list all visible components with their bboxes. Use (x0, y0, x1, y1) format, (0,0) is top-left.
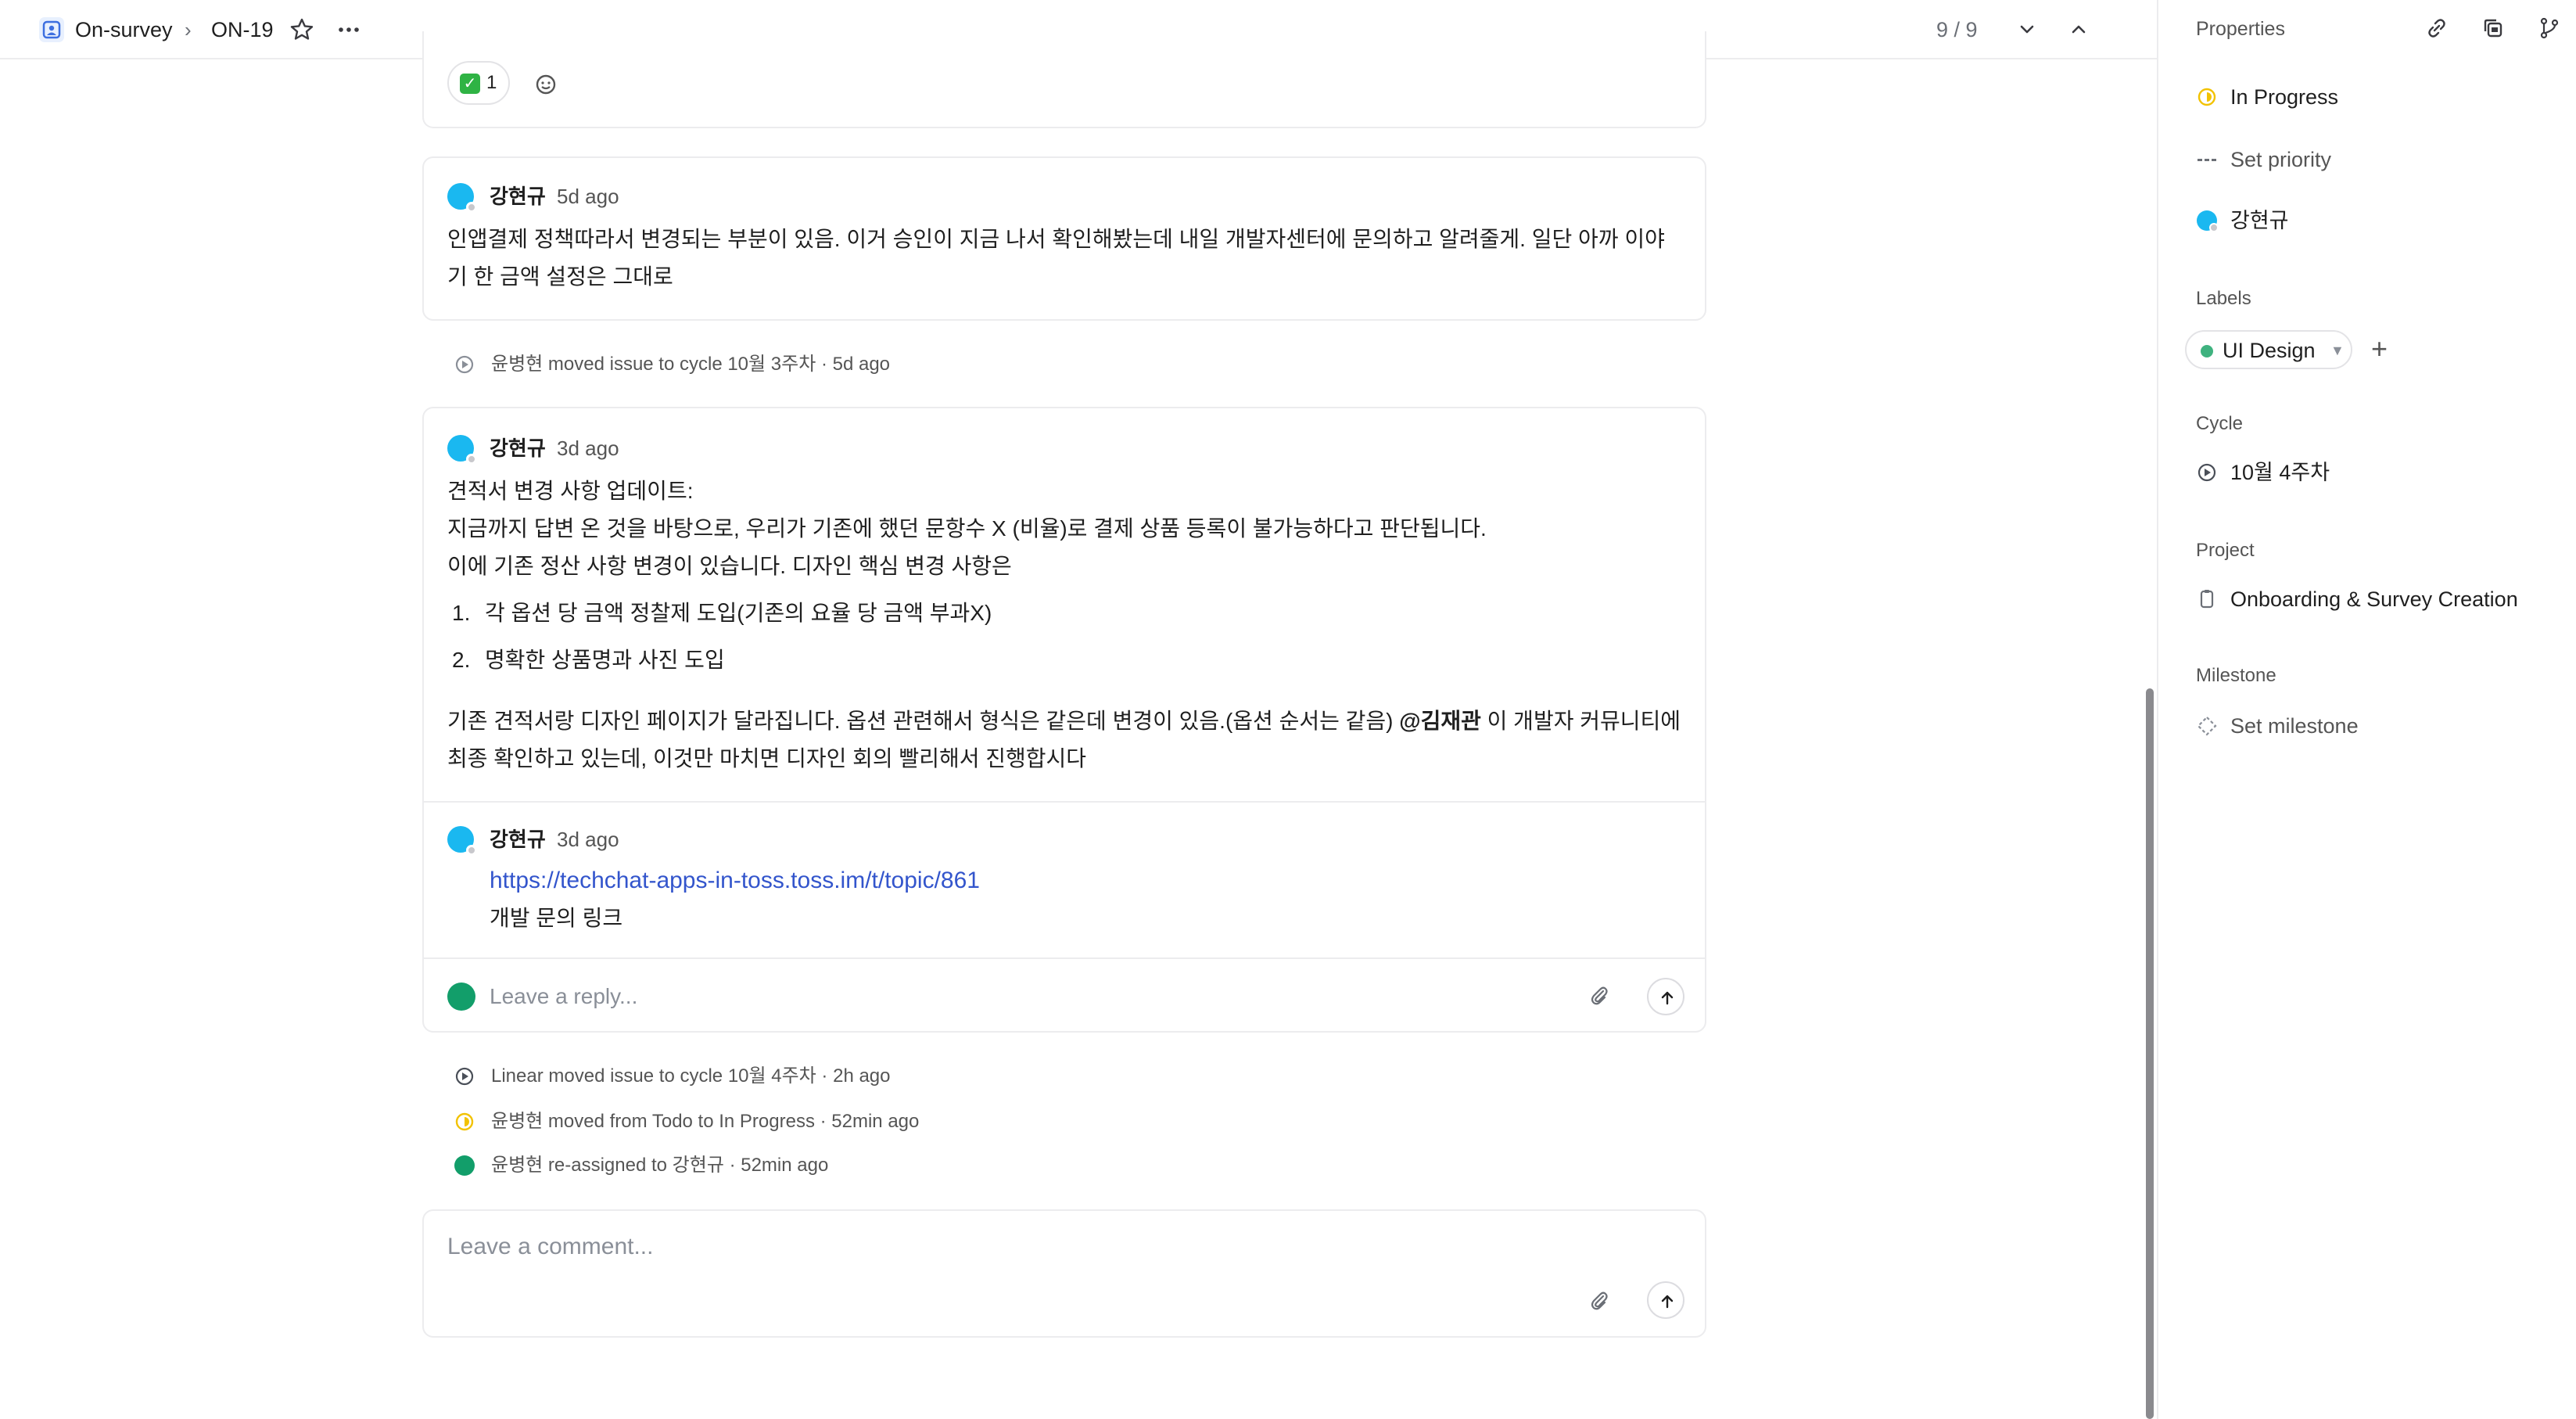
comment-author[interactable]: 강현규 (490, 435, 546, 462)
star-icon[interactable] (288, 16, 316, 48)
caret-down-icon: ▼ (2330, 343, 2345, 358)
attach-icon[interactable] (1588, 1289, 1611, 1317)
comment-card: 강현규 3d ago 견적서 변경 사항 업데이트: 지금까지 답변 온 것을 … (422, 407, 1706, 1033)
comment-input[interactable]: Leave a comment... (447, 1231, 653, 1263)
breadcrumb-team[interactable]: On-survey (75, 16, 173, 44)
scrollbar-thumb[interactable] (2146, 688, 2154, 1419)
labels-heading: Labels (2196, 288, 2251, 309)
status-in-progress-icon (454, 1111, 475, 1133)
priority-value: Set priority (2230, 148, 2332, 171)
team-icon[interactable] (39, 17, 64, 42)
cycle-icon (454, 354, 475, 375)
cycle-icon (454, 1065, 475, 1087)
thread-divider (424, 801, 1705, 803)
comment-body: 인앱결제 정책따라서 변경되는 부분이 있음. 이거 승인이 지금 나서 확인해… (447, 227, 1665, 289)
list-item: 2. 명확한 상품명과 사진 도입 (447, 637, 1667, 684)
check-emoji: ✓ (460, 73, 480, 94)
send-comment-button[interactable] (1647, 1281, 1684, 1319)
app-root: On-survey › ON-19 9 / 9 ✓ 1 강현규 5d ago 인… (0, 0, 2576, 1419)
cycle-heading: Cycle (2196, 413, 2244, 434)
project-heading: Project (2196, 540, 2255, 561)
project-icon (2196, 588, 2218, 610)
chevron-down-icon[interactable] (2013, 16, 2041, 48)
comment-paragraph: 기존 견적서랑 디자인 페이지가 달라집니다. 옵션 관련해서 형식은 같은데 … (447, 702, 1683, 778)
priority-icon (2196, 149, 2218, 171)
status-value: In Progress (2230, 85, 2339, 109)
reply-input[interactable]: Leave a reply... (490, 981, 637, 1012)
change-list: 1. 각 옵션 당 금액 정찰제 도입(기존의 요율 당 금액 부과X) 2. 명확… (447, 590, 1667, 684)
reply-time: 3d ago (557, 828, 619, 851)
breadcrumb-issue[interactable]: ON-19 (211, 16, 274, 44)
copy-icon[interactable] (2479, 14, 2507, 46)
comment-box[interactable]: Leave a comment... (422, 1209, 1706, 1338)
avatar[interactable] (447, 183, 477, 213)
reaction-chip[interactable]: ✓ 1 (447, 61, 510, 105)
avatar[interactable] (447, 435, 477, 465)
cycle-icon (2196, 462, 2218, 483)
chevron-up-icon[interactable] (2065, 16, 2093, 48)
reply-divider (424, 957, 1705, 959)
attach-icon[interactable] (1588, 984, 1611, 1011)
list-text: 명확한 상품명과 사진 도입 (485, 648, 725, 672)
send-reply-button[interactable] (1647, 978, 1684, 1015)
link-icon[interactable] (2423, 14, 2451, 46)
avatar[interactable] (447, 826, 477, 856)
more-icon[interactable] (335, 16, 363, 48)
assignee-avatar (2196, 210, 2219, 232)
assignee-avatar-icon (454, 1155, 475, 1177)
project-value: Onboarding & Survey Creation (2230, 587, 2518, 611)
milestone-heading: Milestone (2196, 665, 2276, 686)
presence-dot (466, 202, 477, 213)
reaction-count: 1 (486, 72, 497, 93)
activity-text: 윤병현 moved issue to cycle 10월 3주차 · 5d ag… (491, 354, 891, 375)
current-user-avatar (447, 983, 475, 1011)
list-number: 1. (452, 601, 471, 625)
comment-time: 5d ago (557, 185, 619, 208)
cycle-value: 10월 4주차 (2230, 461, 2330, 484)
emoji-add-icon[interactable] (533, 72, 558, 101)
presence-dot (466, 845, 477, 856)
comment-author[interactable]: 강현규 (490, 183, 546, 210)
label-color-dot (2201, 345, 2213, 357)
comment-line: 견적서 변경 사항 업데이트: (447, 479, 694, 503)
add-label-icon[interactable]: + (2371, 333, 2388, 365)
sidebar-title: Properties (2196, 18, 2285, 40)
comment-line: 이에 기존 정산 사항 변경이 있습니다. 디자인 핵심 변경 사항은 (447, 554, 1012, 578)
comment-line: 지금까지 답변 온 것을 바탕으로, 우리가 기존에 했던 문항수 X (비율)… (447, 516, 1487, 541)
activity-text: 윤병현 moved from Todo to In Progress · 52m… (491, 1111, 920, 1132)
breadcrumb-separator: › (185, 18, 192, 41)
user-mention[interactable]: @김재관 (1399, 709, 1481, 733)
reply-text: 개발 문의 링크 (490, 906, 623, 930)
list-item: 1. 각 옵션 당 금액 정찰제 도입(기존의 요율 당 금액 부과X) (447, 590, 1667, 637)
milestone-icon (2196, 715, 2218, 737)
list-number: 2. (452, 648, 471, 672)
milestone-value: Set milestone (2230, 714, 2359, 738)
activity-text: Linear moved issue to cycle 10월 4주차 · 2h… (491, 1065, 891, 1087)
activity-text: 윤병현 re-assigned to 강현규 · 52min ago (491, 1155, 829, 1176)
reply-author[interactable]: 강현규 (490, 826, 546, 853)
paragraph-text: 기존 견적서랑 디자인 페이지가 달라집니다. 옵션 관련해서 형식은 같은데 … (447, 709, 1400, 733)
comment-time: 3d ago (557, 436, 619, 460)
presence-dot (466, 454, 477, 465)
branch-icon[interactable] (2535, 14, 2563, 46)
status-in-progress-icon (2196, 86, 2218, 108)
reply-link[interactable]: https://techchat-apps-in-toss.toss.im/t/… (490, 862, 1663, 900)
list-text: 각 옵션 당 금액 정찰제 도입(기존의 요율 당 금액 부과X) (485, 601, 992, 625)
assignee-value: 강현규 (2230, 209, 2289, 232)
comment-card: 강현규 5d ago 인앱결제 정책따라서 변경되는 부분이 있음. 이거 승인… (422, 156, 1706, 321)
label-chip[interactable]: UI Design ▼ (2185, 330, 2352, 369)
issue-pager: 9 / 9 (1936, 18, 1978, 41)
send-icon (1661, 991, 1674, 1005)
comment-card-previous: ✓ 1 (422, 31, 1706, 128)
properties-sidebar: Properties In Progress Set priority 강현규 … (2157, 0, 2576, 1419)
label-text: UI Design (2223, 339, 2316, 362)
send-icon (1661, 1295, 1674, 1309)
